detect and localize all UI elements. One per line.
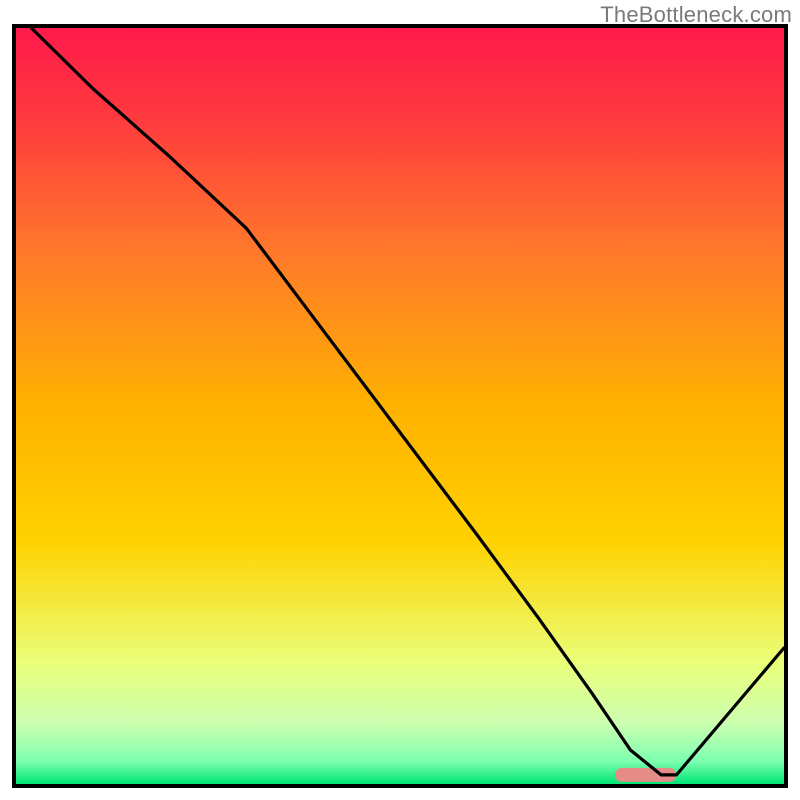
bottleneck-chart xyxy=(0,0,800,800)
watermark-text: TheBottleneck.com xyxy=(600,2,792,28)
chart-container: { "watermark": "TheBottleneck.com", "cha… xyxy=(0,0,800,800)
plot-area xyxy=(16,28,784,784)
